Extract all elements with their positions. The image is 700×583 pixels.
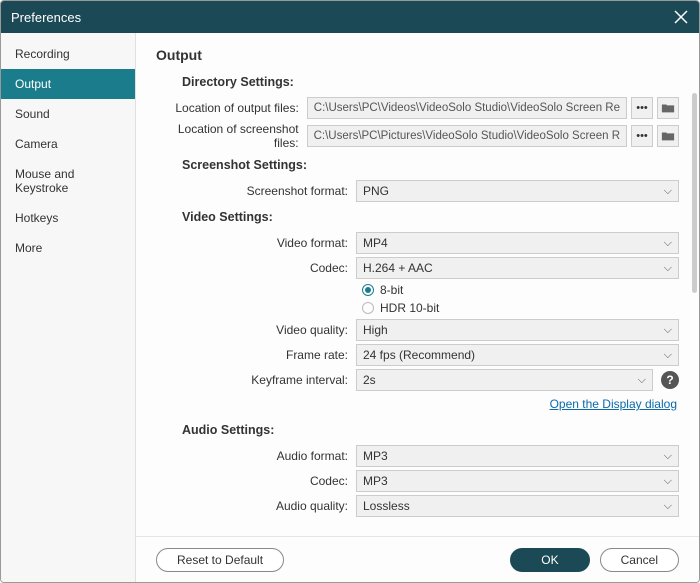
sidebar-item-hotkeys[interactable]: Hotkeys (1, 203, 135, 233)
sidebar-item-label: Camera (15, 137, 58, 151)
sidebar-item-label: Sound (15, 107, 50, 121)
chevron-down-icon: ⌵ (664, 185, 672, 198)
section-audio: Audio Settings: (182, 423, 679, 437)
sidebar-item-mouse-keystroke[interactable]: Mouse and Keystroke (1, 159, 135, 203)
audio-format-select[interactable]: MP3 ⌵ (356, 445, 679, 467)
video-quality-value: High (363, 323, 388, 337)
sidebar-item-output[interactable]: Output (1, 69, 135, 99)
chevron-down-icon: ⌵ (664, 324, 672, 337)
chevron-down-icon: ⌵ (664, 349, 672, 362)
audio-codec-select[interactable]: MP3 ⌵ (356, 470, 679, 492)
chevron-down-icon: ⌵ (664, 450, 672, 463)
radio-label: 8-bit (380, 283, 403, 297)
screenshot-location-field[interactable]: C:\Users\PC\Pictures\VideoSolo Studio\Vi… (307, 125, 627, 147)
ok-button[interactable]: OK (510, 548, 589, 572)
video-codec-value: H.264 + AAC (363, 261, 433, 275)
chevron-down-icon: ⌵ (664, 500, 672, 513)
audio-format-value: MP3 (363, 449, 388, 463)
preferences-window: Preferences Recording Output Sound Camer… (0, 0, 700, 583)
section-directory: Directory Settings: (182, 75, 679, 89)
screenshot-location-open-folder-icon[interactable] (657, 125, 679, 147)
scrollbar-thumb[interactable] (692, 93, 697, 293)
titlebar: Preferences (1, 1, 699, 33)
video-format-value: MP4 (363, 236, 388, 250)
keyframe-interval-value: 2s (363, 373, 376, 387)
chevron-down-icon: ⌵ (664, 237, 672, 250)
audio-codec-value: MP3 (363, 474, 388, 488)
sidebar-item-label: Mouse and Keystroke (15, 167, 74, 195)
screenshot-format-label: Screenshot format: (156, 184, 356, 198)
keyframe-interval-label: Keyframe interval: (156, 373, 356, 387)
sidebar-item-label: Recording (15, 47, 70, 61)
frame-rate-label: Frame rate: (156, 348, 356, 362)
video-format-label: Video format: (156, 236, 356, 250)
audio-codec-label: Codec: (156, 474, 356, 488)
screenshot-location-browse-button[interactable]: ••• (631, 125, 653, 147)
radio-label: HDR 10-bit (380, 301, 439, 315)
screenshot-format-select[interactable]: PNG ⌵ (356, 180, 679, 202)
sidebar-item-sound[interactable]: Sound (1, 99, 135, 129)
sidebar-item-label: Output (15, 77, 51, 91)
video-codec-select[interactable]: H.264 + AAC ⌵ (356, 257, 679, 279)
output-location-field[interactable]: C:\Users\PC\Videos\VideoSolo Studio\Vide… (307, 97, 627, 119)
window-title: Preferences (11, 10, 673, 25)
video-quality-select[interactable]: High ⌵ (356, 319, 679, 341)
close-icon[interactable] (673, 9, 689, 25)
sidebar-item-camera[interactable]: Camera (1, 129, 135, 159)
chevron-down-icon: ⌵ (638, 374, 646, 387)
screenshot-location-label: Location of screenshot files: (156, 122, 307, 150)
audio-quality-value: Lossless (363, 499, 410, 513)
video-codec-label: Codec: (156, 261, 356, 275)
frame-rate-select[interactable]: 24 fps (Recommend) ⌵ (356, 344, 679, 366)
footer: Reset to Default OK Cancel (136, 536, 699, 582)
audio-quality-select[interactable]: Lossless ⌵ (356, 495, 679, 517)
sidebar-item-label: More (15, 241, 42, 255)
chevron-down-icon: ⌵ (664, 475, 672, 488)
video-quality-label: Video quality: (156, 323, 356, 337)
sidebar-item-recording[interactable]: Recording (1, 39, 135, 69)
section-video: Video Settings: (182, 210, 679, 224)
keyframe-interval-select[interactable]: 2s ⌵ (356, 369, 653, 391)
page-title: Output (156, 47, 679, 63)
output-location-browse-button[interactable]: ••• (631, 97, 653, 119)
sidebar: Recording Output Sound Camera Mouse and … (1, 33, 136, 582)
cancel-button[interactable]: Cancel (600, 548, 679, 572)
video-format-select[interactable]: MP4 ⌵ (356, 232, 679, 254)
audio-format-label: Audio format: (156, 449, 356, 463)
reset-to-default-button[interactable]: Reset to Default (156, 548, 284, 572)
frame-rate-value: 24 fps (Recommend) (363, 348, 475, 362)
screenshot-format-value: PNG (363, 184, 389, 198)
output-location-label: Location of output files: (156, 101, 307, 115)
keyframe-help-icon[interactable]: ? (661, 371, 679, 389)
sidebar-item-label: Hotkeys (15, 211, 58, 225)
section-screenshot: Screenshot Settings: (182, 158, 679, 172)
content: Output Directory Settings: Location of o… (136, 33, 699, 582)
sidebar-item-more[interactable]: More (1, 233, 135, 263)
open-display-dialog-link[interactable]: Open the Display dialog (550, 397, 677, 411)
audio-quality-label: Audio quality: (156, 499, 356, 513)
video-bitdepth-8bit-radio[interactable]: 8-bit (362, 283, 679, 297)
chevron-down-icon: ⌵ (664, 262, 672, 275)
video-bitdepth-hdr-radio[interactable]: HDR 10-bit (362, 301, 679, 315)
output-location-open-folder-icon[interactable] (657, 97, 679, 119)
